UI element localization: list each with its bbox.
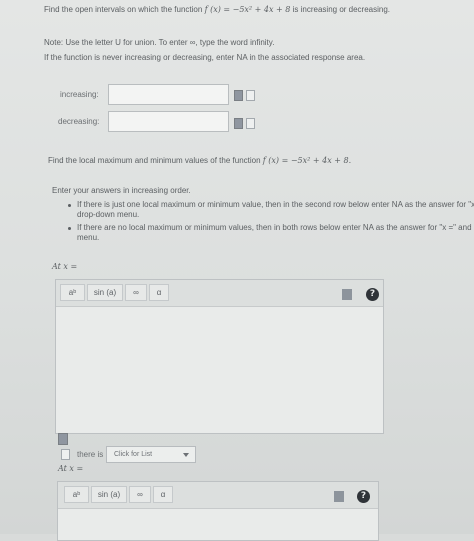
infinity-button[interactable]: ∞ (125, 284, 147, 301)
submit-answer-icon[interactable] (234, 90, 243, 101)
help-icon[interactable]: ? (366, 288, 379, 301)
question-page: Find the open intervals on which the fun… (0, 0, 474, 541)
there-is-label: there is (77, 450, 104, 459)
trash-icon[interactable] (342, 289, 352, 300)
extremum-type-select[interactable]: Click for List (106, 446, 196, 463)
math-editor-row1[interactable]: aᵇ sin (a) ∞ α ? (55, 279, 384, 434)
preview-icon[interactable] (246, 118, 255, 129)
preview-icon[interactable] (61, 449, 70, 460)
editor-toolbar: aᵇ sin (a) ∞ α ? (58, 482, 378, 509)
bullet1-line2: drop-down menu. (77, 210, 140, 219)
help-icon[interactable]: ? (357, 490, 370, 503)
alpha-button[interactable]: α (149, 284, 169, 301)
sin-button[interactable]: sin (a) (91, 486, 127, 503)
sin-button[interactable]: sin (a) (87, 284, 123, 301)
submit-answer-icon[interactable] (58, 433, 68, 445)
select-value: Click for List (114, 451, 153, 458)
infinity-button[interactable]: ∞ (129, 486, 151, 503)
row2-at-x-label: At x = (58, 464, 84, 473)
increasing-label: increasing: (60, 90, 99, 99)
order-instruction: Enter your answers in increasing order. (52, 186, 191, 195)
question-prompt: Find the open intervals on which the fun… (44, 5, 390, 15)
bullet-dot (68, 204, 71, 207)
infinity-note: Note: Use the letter U for union. To ent… (44, 38, 275, 47)
increasing-input[interactable] (108, 84, 229, 105)
preview-icon[interactable] (246, 90, 255, 101)
submit-answer-icon[interactable] (234, 118, 243, 129)
extrema-prompt-pre: Find the local maximum and minimum value… (48, 156, 261, 165)
prompt-post: is increasing or decreasing. (292, 5, 391, 14)
power-button[interactable]: aᵇ (60, 284, 85, 301)
prompt-pre: Find the open intervals on which the fun… (44, 5, 203, 14)
row1-at-x-label: At x = (52, 262, 78, 271)
decreasing-input[interactable] (108, 111, 229, 132)
extrema-function: f (x) = −5x² + 4x + 8. (262, 156, 352, 165)
extrema-prompt: Find the local maximum and minimum value… (48, 156, 351, 166)
alpha-button[interactable]: α (153, 486, 173, 503)
bullet1-line1: If there is just one local maximum or mi… (77, 200, 474, 209)
bullet2-line2: menu. (77, 233, 100, 242)
decreasing-label: decreasing: (58, 117, 100, 126)
trash-icon[interactable] (334, 491, 344, 502)
bullet2-line1: If there are no local maximum or minimum… (77, 223, 472, 232)
chevron-down-icon (183, 453, 189, 457)
never-note: If the function is never increasing or d… (44, 53, 366, 62)
editor-toolbar: aᵇ sin (a) ∞ α ? (56, 280, 383, 307)
function-expression: f (x) = −5x² + 4x + 8 (204, 5, 291, 14)
bullet-dot (68, 227, 71, 230)
math-editor-row2[interactable]: aᵇ sin (a) ∞ α ? (57, 481, 379, 541)
power-button[interactable]: aᵇ (64, 486, 89, 503)
